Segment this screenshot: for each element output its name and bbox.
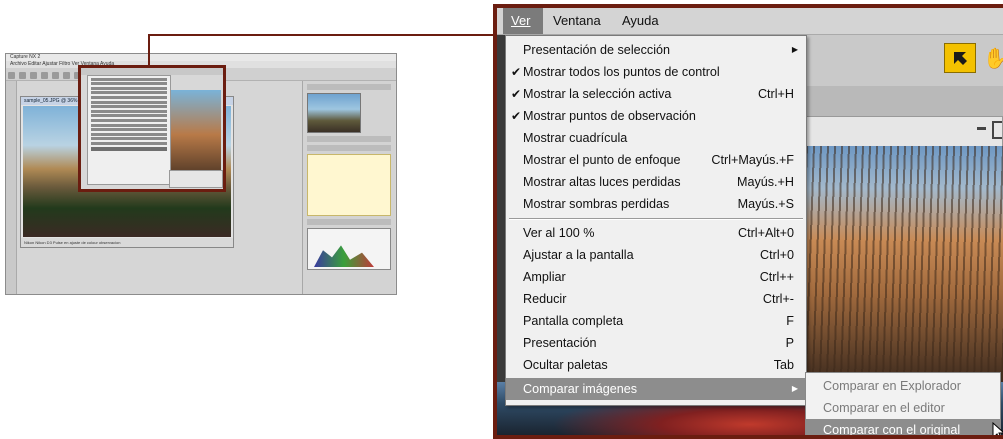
menubar: Ver Ventana Ayuda [497, 8, 1003, 35]
connector-line [148, 34, 493, 36]
menu-item-mostrar-cuadricula[interactable]: Mostrar cuadrícula [506, 127, 806, 149]
submenu-item-comparar-editor[interactable]: Comparar en el editor [806, 397, 1000, 419]
minimize-icon[interactable] [977, 127, 986, 130]
thumbnail-left-strip [6, 81, 17, 294]
hand-tool-icon[interactable]: ✋ [983, 46, 1003, 71]
app-toolbar: ✋ [797, 34, 1003, 87]
menu-item-ver-100[interactable]: Ver al 100 % Ctrl+Alt+0 [506, 222, 806, 244]
menu-item-ajustar-pantalla[interactable]: Ajustar a la pantalla Ctrl+0 [506, 244, 806, 266]
arrow-cursor-icon[interactable] [944, 43, 976, 73]
menu-item-ocultar-paletas[interactable]: Ocultar paletas Tab [506, 354, 806, 376]
screenshot-thumbnail: Capture NX 2 Archivo Editar Ajustar Filt… [5, 53, 397, 295]
thumbnail-status: Nikon Nikon D3 Pulse en ajuste de colour… [21, 238, 233, 247]
thumbnail-title: Capture NX 2 [6, 54, 396, 61]
submenu-arrow-icon: ▶ [791, 384, 798, 393]
menu-item-mostrar-puntos-control[interactable]: ✔ Mostrar todos los puntos de control [506, 61, 806, 83]
menu-item-mostrar-puntos-observacion[interactable]: ✔ Mostrar puntos de observación [506, 105, 806, 127]
menu-item-mostrar-sombras[interactable]: Mostrar sombras perdidas Mayús.+S [506, 193, 806, 215]
menu-separator [509, 218, 803, 220]
check-icon: ✔ [511, 109, 522, 123]
menu-item-presentacion-seleccion[interactable]: Presentación de selección ▶ [506, 39, 806, 61]
menu-item-mostrar-seleccion-activa[interactable]: ✔ Mostrar la selección activa Ctrl+H [506, 83, 806, 105]
document-photo [799, 146, 1003, 382]
menu-ventana[interactable]: Ventana [553, 8, 601, 34]
menu-item-presentacion[interactable]: Presentación P [506, 332, 806, 354]
menu-item-reducir[interactable]: Reducir Ctrl+- [506, 288, 806, 310]
thumbnail-highlight-frame [78, 65, 226, 192]
ver-dropdown-menu: Presentación de selección ▶ ✔ Mostrar to… [505, 35, 807, 406]
comparar-submenu: Comparar en Explorador Comparar en el ed… [805, 372, 1003, 435]
check-icon: ✔ [511, 87, 522, 101]
thumbnail-palettes [302, 81, 395, 294]
menu-item-pantalla-completa[interactable]: Pantalla completa F [506, 310, 806, 332]
mouse-pointer-icon [992, 421, 1003, 435]
menu-item-mostrar-punto-enfoque[interactable]: Mostrar el punto de enfoque Ctrl+Mayús.+… [506, 149, 806, 171]
menu-ayuda[interactable]: Ayuda [622, 8, 659, 34]
document-window-titlebar [799, 116, 1003, 148]
maximize-icon[interactable] [992, 121, 1002, 139]
submenu-arrow-icon: ▶ [791, 45, 798, 54]
app-panel-bar [797, 86, 1003, 116]
menu-item-comparar-imagenes[interactable]: Comparar imágenes ▶ [506, 378, 806, 400]
menu-ver[interactable]: Ver [503, 8, 543, 34]
check-icon: ✔ [511, 65, 522, 79]
menu-item-ampliar[interactable]: Ampliar Ctrl++ [506, 266, 806, 288]
submenu-item-comparar-explorador[interactable]: Comparar en Explorador [806, 375, 1000, 397]
submenu-item-comparar-original[interactable]: Comparar con el original [806, 419, 1003, 435]
connector-line-vertical [148, 34, 150, 66]
zoomed-detail: ✋ Ver Ventana Ayuda Presentación de sele… [493, 4, 1003, 439]
menu-item-mostrar-altas-luces[interactable]: Mostrar altas luces perdidas Mayús.+H [506, 171, 806, 193]
